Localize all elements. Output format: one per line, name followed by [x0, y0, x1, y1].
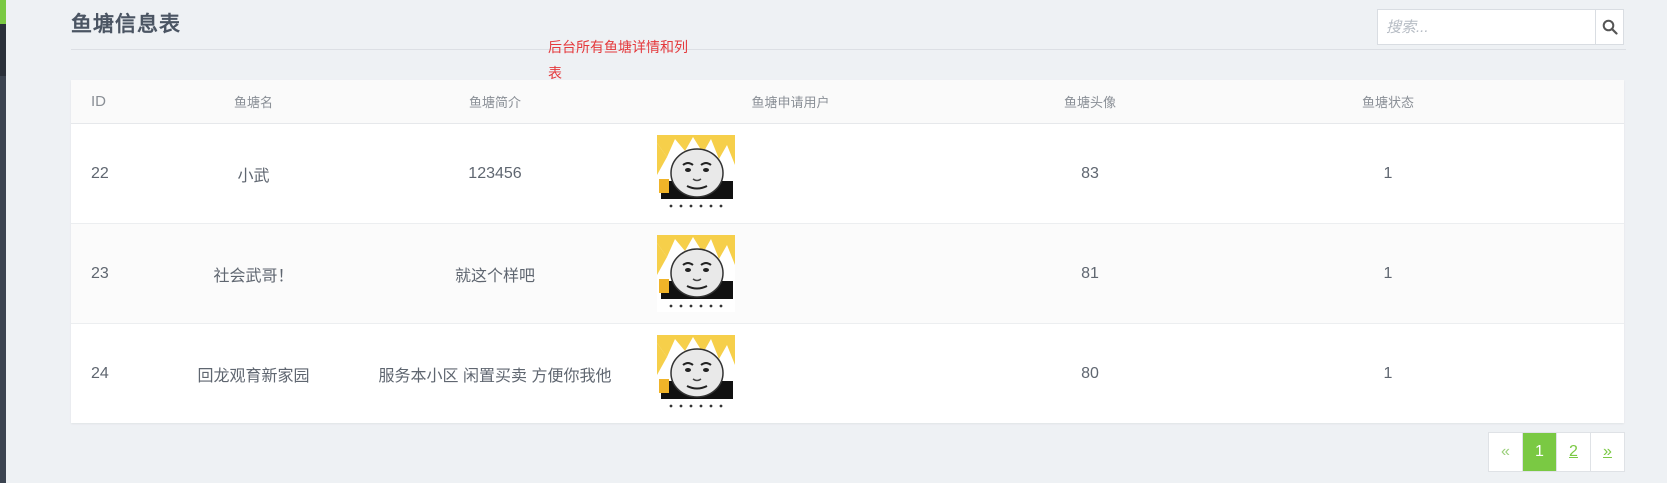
cell-status: 1	[1383, 364, 1393, 382]
cell-desc: 123456	[468, 164, 522, 182]
search-button[interactable]	[1595, 10, 1623, 44]
pagination-next[interactable]: »	[1591, 433, 1624, 471]
cell-user	[640, 335, 941, 412]
cell-user	[640, 235, 941, 312]
pagination-page-1[interactable]: 1	[1523, 433, 1557, 471]
table-row: 22 小武 123456 83 1	[71, 124, 1624, 224]
user-avatar-image	[657, 335, 735, 412]
cell-desc: 就这个样吧	[454, 267, 535, 285]
cell-desc: 服务本小区 闲置买卖 方便你我他	[378, 367, 612, 385]
pond-table: ID 鱼塘名 鱼塘简介 鱼塘申请用户 鱼塘头像 鱼塘状态 22 小武 12345…	[71, 80, 1624, 423]
pagination-prev[interactable]: «	[1489, 433, 1523, 471]
user-avatar-image	[657, 135, 735, 212]
cell-id: 23	[91, 264, 109, 282]
col-status: 鱼塘状态	[1361, 95, 1414, 110]
sidebar-edge	[0, 0, 6, 483]
cell-status: 1	[1383, 164, 1393, 182]
col-desc: 鱼塘简介	[468, 95, 521, 110]
cell-name: 回龙观育新家园	[197, 367, 310, 385]
cell-status: 1	[1383, 264, 1393, 282]
cell-head: 83	[1081, 164, 1099, 182]
cell-name: 社会武哥！	[213, 267, 294, 285]
user-avatar-image	[657, 235, 735, 312]
search-box	[1377, 9, 1624, 45]
table-row: 23 社会武哥！ 就这个样吧 81 1	[71, 224, 1624, 324]
pagination: « 1 2 »	[1488, 432, 1625, 472]
cell-name: 小武	[237, 167, 270, 185]
search-input[interactable]	[1378, 10, 1595, 44]
col-id: ID	[91, 93, 106, 110]
search-icon	[1602, 19, 1618, 35]
cell-user	[640, 135, 941, 212]
table-row: 24 回龙观育新家园 服务本小区 闲置买卖 方便你我他 80 1	[71, 324, 1624, 423]
sidebar-accent	[0, 0, 6, 24]
sidebar-dark-block	[0, 24, 6, 76]
cell-head: 80	[1081, 364, 1099, 382]
cell-head: 81	[1081, 264, 1099, 282]
cell-id: 24	[91, 364, 109, 382]
col-head: 鱼塘头像	[1063, 95, 1116, 110]
annotation-note: 后台所有鱼塘详情和列表	[548, 39, 688, 81]
cell-id: 22	[91, 164, 109, 182]
pagination-page-2[interactable]: 2	[1557, 433, 1591, 471]
table-header: ID 鱼塘名 鱼塘简介 鱼塘申请用户 鱼塘头像 鱼塘状态	[71, 80, 1624, 124]
col-user: 鱼塘申请用户	[751, 95, 830, 110]
title-divider	[71, 49, 1626, 50]
col-name: 鱼塘名	[233, 95, 273, 110]
page-title: 鱼塘信息表	[71, 13, 181, 36]
